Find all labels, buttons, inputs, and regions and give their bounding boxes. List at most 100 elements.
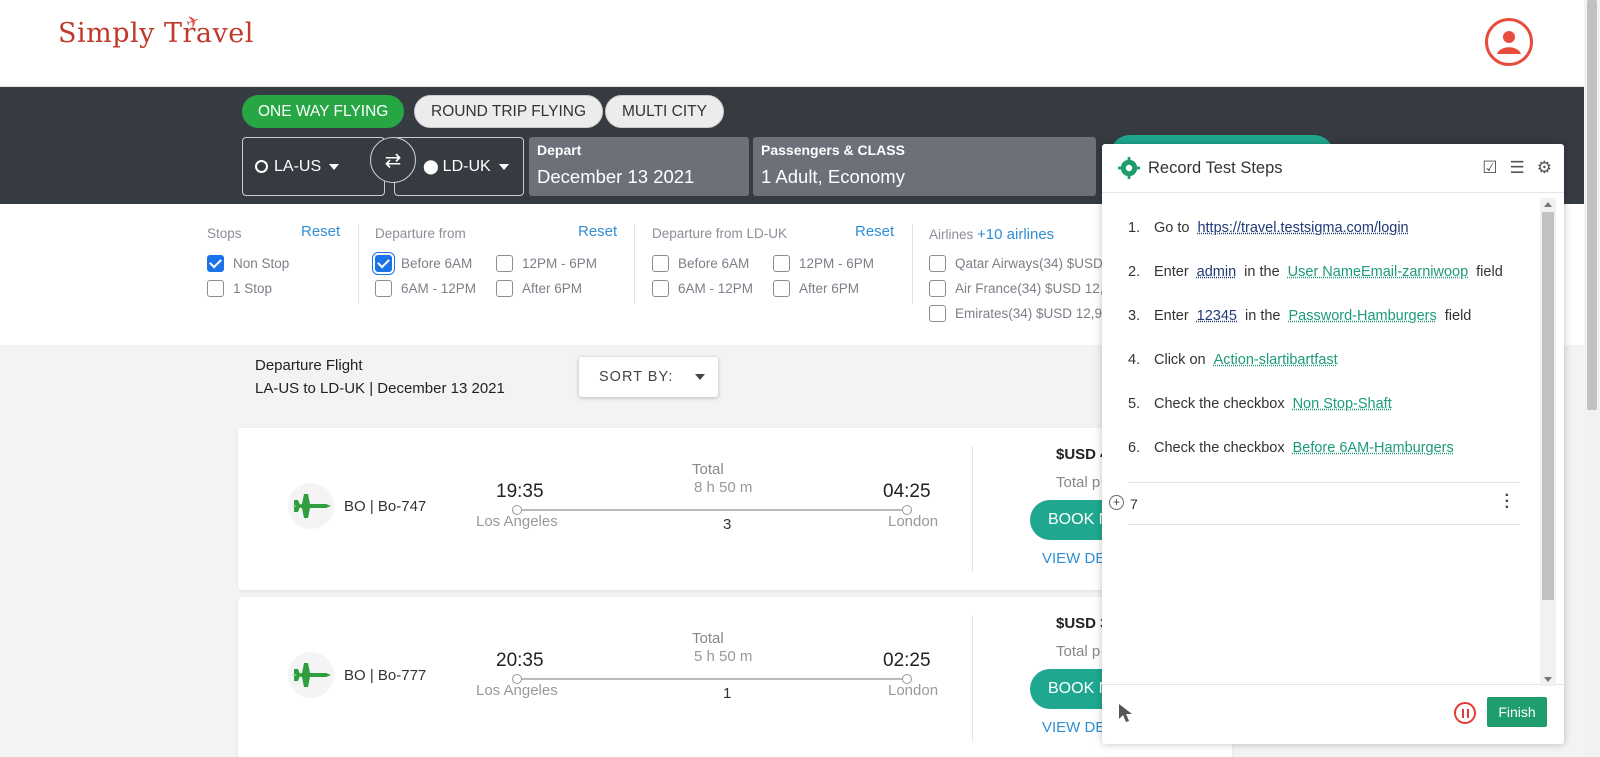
passengers-label: Passengers & CLASS	[761, 142, 905, 158]
step-item[interactable]: 2. Enter admin in the User NameEmail-zarniwo…	[1128, 264, 1503, 280]
chevron-down-icon	[498, 163, 509, 170]
from-location-select[interactable]: LA-US	[242, 137, 385, 196]
departure-from-title: Departure from	[375, 226, 466, 241]
departure-time: 19:35	[496, 481, 544, 502]
step-item[interactable]: 6. Check the checkbox Before 6AM-Hamburger…	[1128, 440, 1462, 456]
from-value: LA-US	[274, 157, 322, 175]
duration: 8 h 50 m	[694, 479, 753, 496]
step-link[interactable]: https://travel.testsigma.com/login	[1197, 220, 1408, 236]
logo[interactable]: Simply Travel ✈	[58, 10, 254, 49]
jet-plane-icon	[288, 483, 334, 529]
chevron-down-icon	[695, 374, 706, 380]
step-item[interactable]: 4. Click on Action-slartibartfast	[1128, 352, 1346, 368]
chevron-down-icon	[329, 163, 340, 170]
more-airlines-link[interactable]: +10 airlines	[977, 226, 1054, 243]
airline-name: BO | Bo-747	[344, 498, 427, 515]
user-profile-icon[interactable]	[1485, 18, 1533, 66]
departure-ld-reset-link[interactable]: Reset	[855, 223, 894, 240]
12pm-6pm-checkbox[interactable]: 12PM - 6PM	[496, 255, 597, 272]
pause-icon[interactable]	[1454, 702, 1476, 724]
one-way-button[interactable]: ONE WAY FLYING	[242, 95, 405, 128]
more-options-icon[interactable]: · · ·	[1505, 488, 1510, 516]
before-6am-checkbox[interactable]: Before 6AM	[375, 255, 472, 272]
view-details-link[interactable]: VIEW DE	[1042, 550, 1105, 567]
depart-value: December 13 2021	[537, 166, 695, 187]
finish-button[interactable]: Finish	[1487, 697, 1547, 727]
passengers-value: 1 Adult, Economy	[761, 166, 905, 187]
panel-footer: Finish	[1102, 684, 1564, 744]
6am-12pm-checkbox[interactable]: 6AM - 12PM	[375, 280, 476, 297]
jet-plane-icon	[288, 652, 334, 698]
step-element[interactable]: User NameEmail-zarniwoop	[1288, 264, 1469, 280]
results-subtitle: LA-US to LD-UK | December 13 2021	[255, 380, 505, 397]
price: $USD 4	[1056, 446, 1109, 463]
route-line	[512, 674, 912, 684]
step-value[interactable]: admin	[1197, 264, 1237, 280]
to-value: LD-UK	[442, 157, 491, 175]
map-pin-icon: ⬤	[423, 158, 439, 174]
arrival-time: 02:25	[883, 650, 931, 671]
new-step-number: 7	[1130, 496, 1138, 512]
round-trip-button[interactable]: ROUND TRIP FLYING	[414, 95, 604, 128]
stops-count: 3	[723, 516, 732, 533]
new-step-row[interactable]: + 7 · · ·	[1109, 482, 1520, 525]
after-6pm-checkbox[interactable]: After 6PM	[496, 280, 582, 297]
step-value[interactable]: 12345	[1197, 308, 1237, 324]
price: $USD 3	[1056, 615, 1109, 632]
price-subtitle: Total p	[1056, 643, 1101, 660]
ld-6am-12pm-checkbox[interactable]: 6AM - 12PM	[652, 280, 753, 297]
top-bar: Simply Travel ✈	[0, 0, 1584, 87]
view-details-link[interactable]: VIEW DE	[1042, 719, 1105, 736]
qatar-airways-checkbox[interactable]: Qatar Airways(34) $USD	[929, 255, 1103, 272]
step-item[interactable]: 3. Enter 12345 in the Password-Hamburgers fie…	[1128, 308, 1471, 324]
record-test-steps-panel: Record Test Steps ☑ ☰ ⚙ 1. Go to https://t…	[1102, 144, 1564, 744]
origin-circle-icon	[255, 160, 268, 173]
air-france-checkbox[interactable]: Air France(34) $USD 12,9	[929, 280, 1111, 297]
swap-icon[interactable]: ⇄	[370, 137, 416, 183]
step-element[interactable]: Password-Hamburgers	[1288, 308, 1436, 324]
stops-title: Stops	[207, 226, 242, 241]
route-line	[512, 505, 912, 515]
multi-city-button[interactable]: MULTI CITY	[605, 95, 724, 128]
page-scrollbar[interactable]	[1584, 0, 1600, 757]
arrival-time: 04:25	[883, 481, 931, 502]
step-item[interactable]: 1. Go to https://travel.testsigma.com/logi…	[1128, 220, 1409, 236]
ld-after-6pm-checkbox[interactable]: After 6PM	[773, 280, 859, 297]
cursor-pointer-icon[interactable]	[1118, 703, 1134, 723]
departure-city: Los Angeles	[476, 682, 558, 699]
step-element[interactable]: Action-slartibartfast	[1214, 352, 1338, 368]
settings-icon[interactable]: ⚙	[1537, 158, 1552, 178]
sort-dropdown[interactable]: SORT BY:	[579, 357, 718, 397]
one-stop-checkbox[interactable]: 1 Stop	[207, 280, 272, 297]
steps-list: 1. Go to https://travel.testsigma.com/logi…	[1102, 194, 1546, 682]
ld-12pm-6pm-checkbox[interactable]: 12PM - 6PM	[773, 255, 874, 272]
divider	[634, 224, 635, 304]
depart-label: Depart	[537, 142, 582, 158]
departure-reset-link[interactable]: Reset	[578, 223, 617, 240]
edit-icon[interactable]: ☑	[1482, 158, 1497, 178]
emirates-checkbox[interactable]: Emirates(34) $USD 12,9	[929, 305, 1102, 322]
total-label: Total	[692, 461, 724, 478]
airline-name: BO | Bo-777	[344, 667, 427, 684]
ld-before-6am-checkbox[interactable]: Before 6AM	[652, 255, 749, 272]
stops-reset-link[interactable]: Reset	[301, 223, 340, 240]
airlines-title: Airlines +10 airlines	[929, 226, 1055, 243]
arrival-city: London	[888, 682, 939, 699]
list-indent-icon[interactable]: ☰	[1510, 158, 1525, 178]
non-stop-checkbox[interactable]: Non Stop	[207, 255, 289, 272]
arrival-city: London	[888, 513, 939, 530]
step-element[interactable]: Non Stop-Shaft	[1293, 396, 1392, 412]
divider	[972, 615, 973, 741]
total-label: Total	[692, 630, 724, 647]
sort-label: SORT BY:	[599, 369, 674, 385]
gear-logo-icon	[1118, 157, 1140, 179]
panel-scrollbar[interactable]	[1540, 198, 1556, 686]
add-step-icon[interactable]: +	[1109, 495, 1124, 510]
depart-date-field[interactable]: Depart December 13 2021	[529, 137, 749, 196]
step-item[interactable]: 5. Check the checkbox Non Stop-Shaft	[1128, 396, 1400, 412]
passengers-field[interactable]: Passengers & CLASS 1 Adult, Economy	[753, 137, 1096, 196]
step-element[interactable]: Before 6AM-Hamburgers	[1293, 440, 1454, 456]
panel-title: Record Test Steps	[1148, 158, 1283, 177]
divider	[358, 224, 359, 304]
departure-city: Los Angeles	[476, 513, 558, 530]
